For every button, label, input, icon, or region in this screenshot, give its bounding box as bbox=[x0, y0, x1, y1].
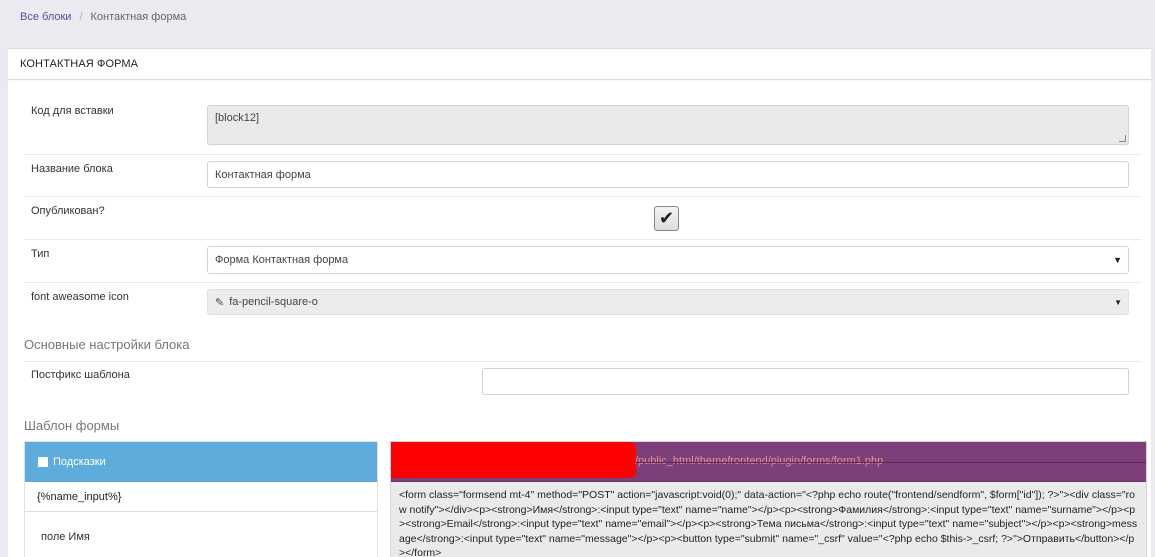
redaction-block bbox=[391, 442, 636, 478]
form-template-heading: Шаблон формы bbox=[24, 418, 120, 433]
hint-item-label: поле Имя bbox=[41, 531, 90, 543]
embed-code-value: [block12] bbox=[215, 112, 260, 124]
hints-title: Подсказки bbox=[53, 456, 106, 468]
header-line bbox=[635, 462, 1146, 463]
block-edit-panel: КОНТАКТНАЯ ФОРМА Код для вставки [block1… bbox=[8, 48, 1151, 557]
code-editor-panel: /public_html/themefrontend/plugin/forms/… bbox=[390, 441, 1147, 557]
block-name-input[interactable]: Контактная форма bbox=[207, 161, 1129, 188]
published-row: Опубликован? ✔ bbox=[24, 196, 1142, 239]
icon-select-value: fa-pencil-square-o bbox=[229, 296, 318, 308]
checkmark-icon: ✔ bbox=[658, 208, 675, 228]
hint-item-label: {%name_input%} bbox=[37, 490, 122, 503]
embed-code-textarea[interactable]: [block12] bbox=[207, 105, 1129, 145]
postfix-row: Постфикс шаблона bbox=[24, 361, 1142, 403]
type-row: Тип Форма Контактная форма ▼ bbox=[24, 239, 1142, 282]
breadcrumb-all-blocks-link[interactable]: Все блоки bbox=[20, 11, 71, 23]
hint-item[interactable]: поле Имя bbox=[25, 512, 377, 557]
select-arrow-icon: ▼ bbox=[1113, 255, 1122, 265]
block-name-value: Контактная форма bbox=[215, 168, 311, 181]
code-editor-header: /public_html/themefrontend/plugin/forms/… bbox=[391, 442, 1146, 482]
icon-select[interactable]: ✎ fa-pencil-square-o ▼ bbox=[207, 289, 1129, 315]
resize-grip-icon[interactable] bbox=[1119, 135, 1126, 142]
file-path: /public_html/themefrontend/plugin/forms/… bbox=[635, 455, 884, 467]
hint-item[interactable]: {%name_input%} bbox=[25, 482, 377, 512]
type-select-value: Форма Контактная форма bbox=[215, 254, 349, 266]
code-content: <form class="formsend mt-4" method="POST… bbox=[399, 489, 1138, 557]
type-select[interactable]: Форма Контактная форма ▼ bbox=[207, 246, 1129, 274]
type-label: Тип bbox=[31, 248, 50, 260]
postfix-label: Постфикс шаблона bbox=[31, 369, 130, 381]
block-name-row: Название блока Контактная форма bbox=[24, 154, 1142, 196]
sticky-note-icon bbox=[38, 457, 48, 467]
pencil-square-icon: ✎ bbox=[215, 296, 225, 309]
block-name-label: Название блока bbox=[31, 163, 113, 175]
embed-code-label: Код для вставки bbox=[31, 105, 114, 117]
published-label: Опубликован? bbox=[31, 205, 105, 217]
icon-label: font aweasome icon bbox=[31, 291, 129, 303]
dropdown-caret-icon: ▼ bbox=[1114, 297, 1122, 307]
embed-code-row: Код для вставки [block12] bbox=[24, 97, 1142, 153]
hints-header[interactable]: Подсказки bbox=[25, 442, 377, 482]
panel-title: КОНТАКТНАЯ ФОРМА bbox=[8, 49, 1151, 80]
breadcrumb-current: Контактная форма bbox=[90, 11, 187, 23]
postfix-input[interactable] bbox=[482, 368, 1129, 395]
code-editor-textarea[interactable]: <form class="formsend mt-4" method="POST… bbox=[391, 482, 1146, 557]
main-settings-heading: Основные настройки блока bbox=[24, 337, 190, 352]
published-checkbox[interactable]: ✔ bbox=[654, 206, 679, 231]
breadcrumb: Все блоки / Контактная форма bbox=[20, 11, 186, 23]
icon-row: font aweasome icon ✎ fa-pencil-square-o … bbox=[24, 282, 1142, 325]
hints-panel: Подсказки {%name_input%} поле Имя bbox=[24, 441, 378, 557]
breadcrumb-separator: / bbox=[79, 11, 83, 23]
